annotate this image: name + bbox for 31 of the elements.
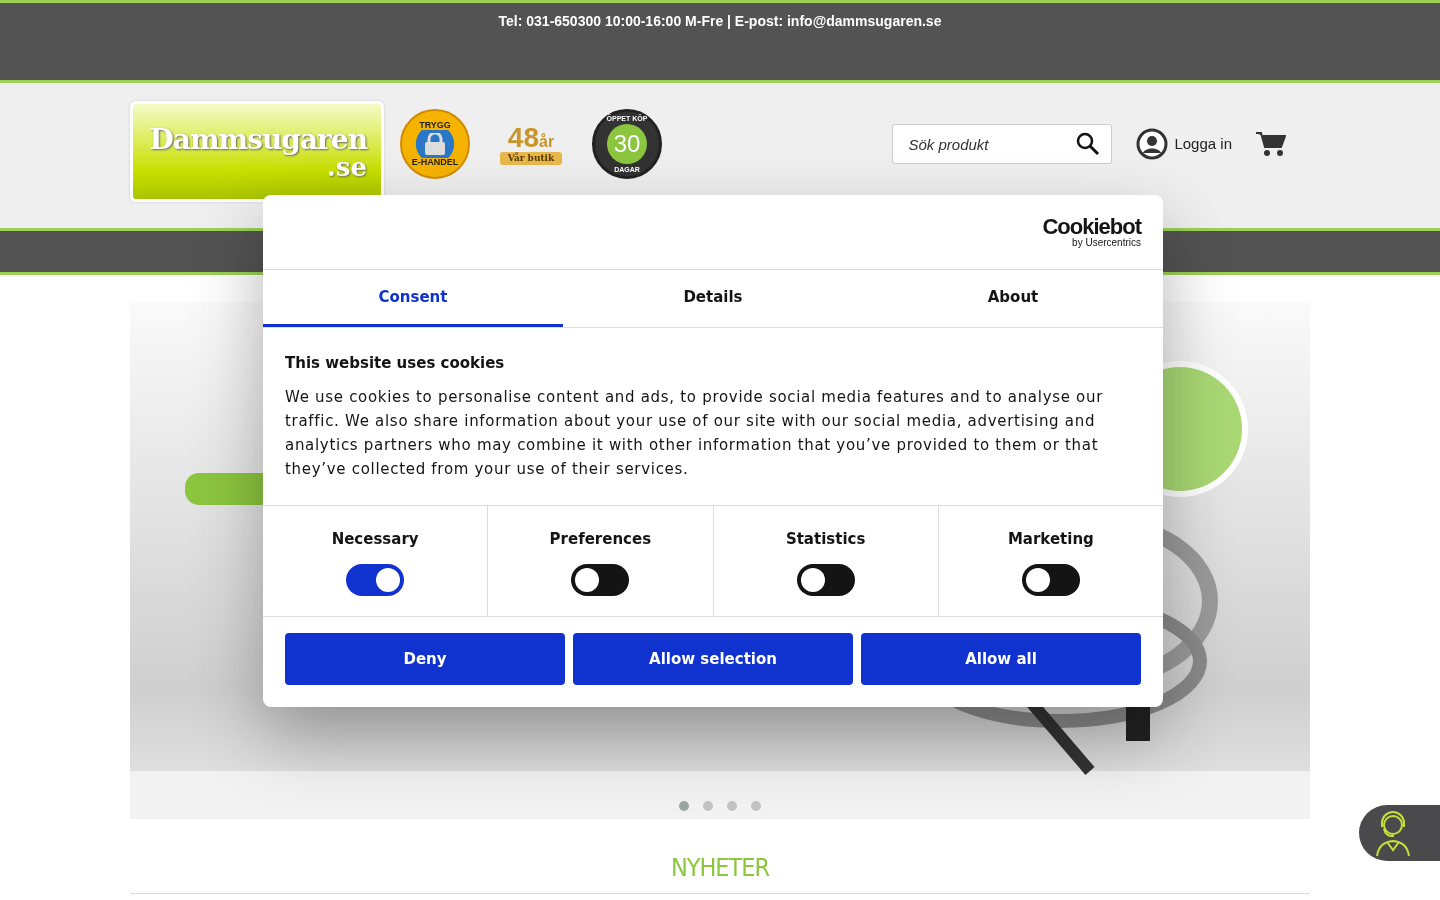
category-label: Necessary [331,528,419,550]
toggle-switch[interactable] [346,564,405,596]
consent-button[interactable]: Allow selection [573,633,853,685]
category-label: Statistics [785,528,866,550]
badge-seal: 48år Vår butik [486,109,576,179]
toggle-switch[interactable] [796,564,855,596]
brand-tagline: by Usercentrics [1072,238,1141,248]
carousel-dot[interactable] [679,801,689,811]
carousel-dot[interactable] [751,801,761,811]
contact-info: Tel: 031-650300 10:00-16:00 M-Fre | E-post: info@dammsugaren.se [498,13,942,29]
search-icon[interactable] [1076,132,1101,156]
dialog-title: This website uses cookies [285,353,506,374]
badge-seal: TRYGG E-HANDEL [400,109,470,179]
consent-button[interactable]: Allow all [861,633,1141,685]
consent-button[interactable]: Deny [285,633,565,685]
carousel-dot[interactable] [727,801,737,811]
section-heading: NYHETER [130,849,1310,894]
toggle-switch[interactable] [1021,564,1080,596]
search-field[interactable]: Sök produkt [892,124,1113,164]
category-label: Marketing [1007,528,1094,550]
support-agent-icon [1373,809,1413,857]
brand-logo: Cookiebot [1042,216,1141,238]
cart-icon[interactable] [1256,131,1286,157]
chat-button[interactable] [1359,805,1440,861]
dialog-tab[interactable]: Consent [263,270,563,327]
dialog-text: We use cookies to personalise content and ads, to provide social media features and to analyse our traffic. We also share information about your use of our site with our social media, advertising and analytics partners who may combine it with other information that you’ve provided to them or that they’ve collected from your use of their services. [285,386,1105,480]
carousel-dot[interactable] [703,801,713,811]
login-link[interactable]: Logga in [1136,128,1232,160]
toggle-switch[interactable] [571,564,630,596]
user-icon[interactable] [1136,128,1169,160]
category-label: Preferences [549,528,652,550]
